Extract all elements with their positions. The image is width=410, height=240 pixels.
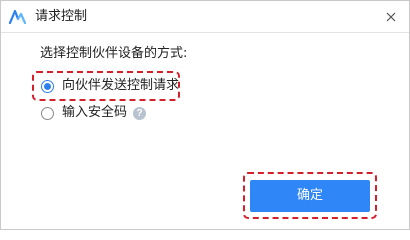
security-code-label: 输入安全码 xyxy=(62,105,128,120)
help-icon[interactable]: ? xyxy=(133,106,147,120)
method-prompt: 选择控制伙伴设备的方式: xyxy=(40,46,188,61)
dialog-title: 请求控制 xyxy=(35,9,88,24)
title-bar: 请求控制 xyxy=(1,1,409,33)
close-button[interactable] xyxy=(381,7,401,27)
anyviewer-logo-icon xyxy=(9,9,27,25)
request-control-dialog: 请求控制 选择控制伙伴设备的方式: 向伙伴发送控制请求 输入安全码 ? 确定 xyxy=(0,0,410,230)
close-icon xyxy=(386,12,396,22)
highlight-box-option xyxy=(32,71,180,101)
security-code-radio[interactable] xyxy=(41,106,54,120)
highlight-box-button xyxy=(243,172,377,219)
security-code-option[interactable]: 输入安全码 ? xyxy=(41,105,147,121)
